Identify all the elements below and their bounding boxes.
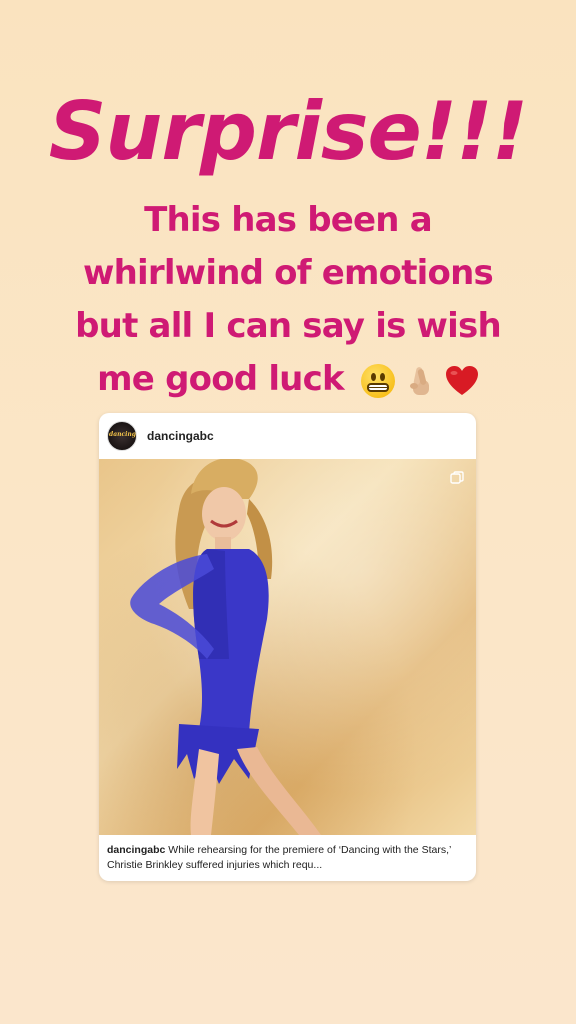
post-photo[interactable] [99, 459, 476, 835]
story-message: This has been a whirlwind of emotions bu… [40, 194, 536, 406]
post-header: dancingabc [99, 413, 476, 459]
red-heart-icon [445, 364, 479, 398]
shared-post-card[interactable]: dancingabc danc [99, 413, 476, 881]
story-headline: Surprise!!! [48, 85, 529, 178]
message-line-1: This has been a [144, 200, 433, 240]
post-caption: dancingabc While rehearsing for the prem… [107, 843, 469, 873]
avatar[interactable] [107, 421, 137, 451]
message-line-2: whirlwind of emotions [83, 253, 494, 293]
grimacing-face-icon [360, 363, 395, 398]
post-username[interactable]: dancingabc [147, 429, 214, 443]
caption-username[interactable]: dancingabc [107, 844, 165, 856]
message-line-3: but all I can say is wish [75, 306, 502, 346]
dancer-figure [130, 459, 321, 835]
emoji-row [360, 363, 479, 398]
message-line-4-row: me good luck [40, 353, 536, 406]
message-line-4: me good luck [97, 359, 344, 399]
crossed-fingers-icon [403, 364, 437, 398]
